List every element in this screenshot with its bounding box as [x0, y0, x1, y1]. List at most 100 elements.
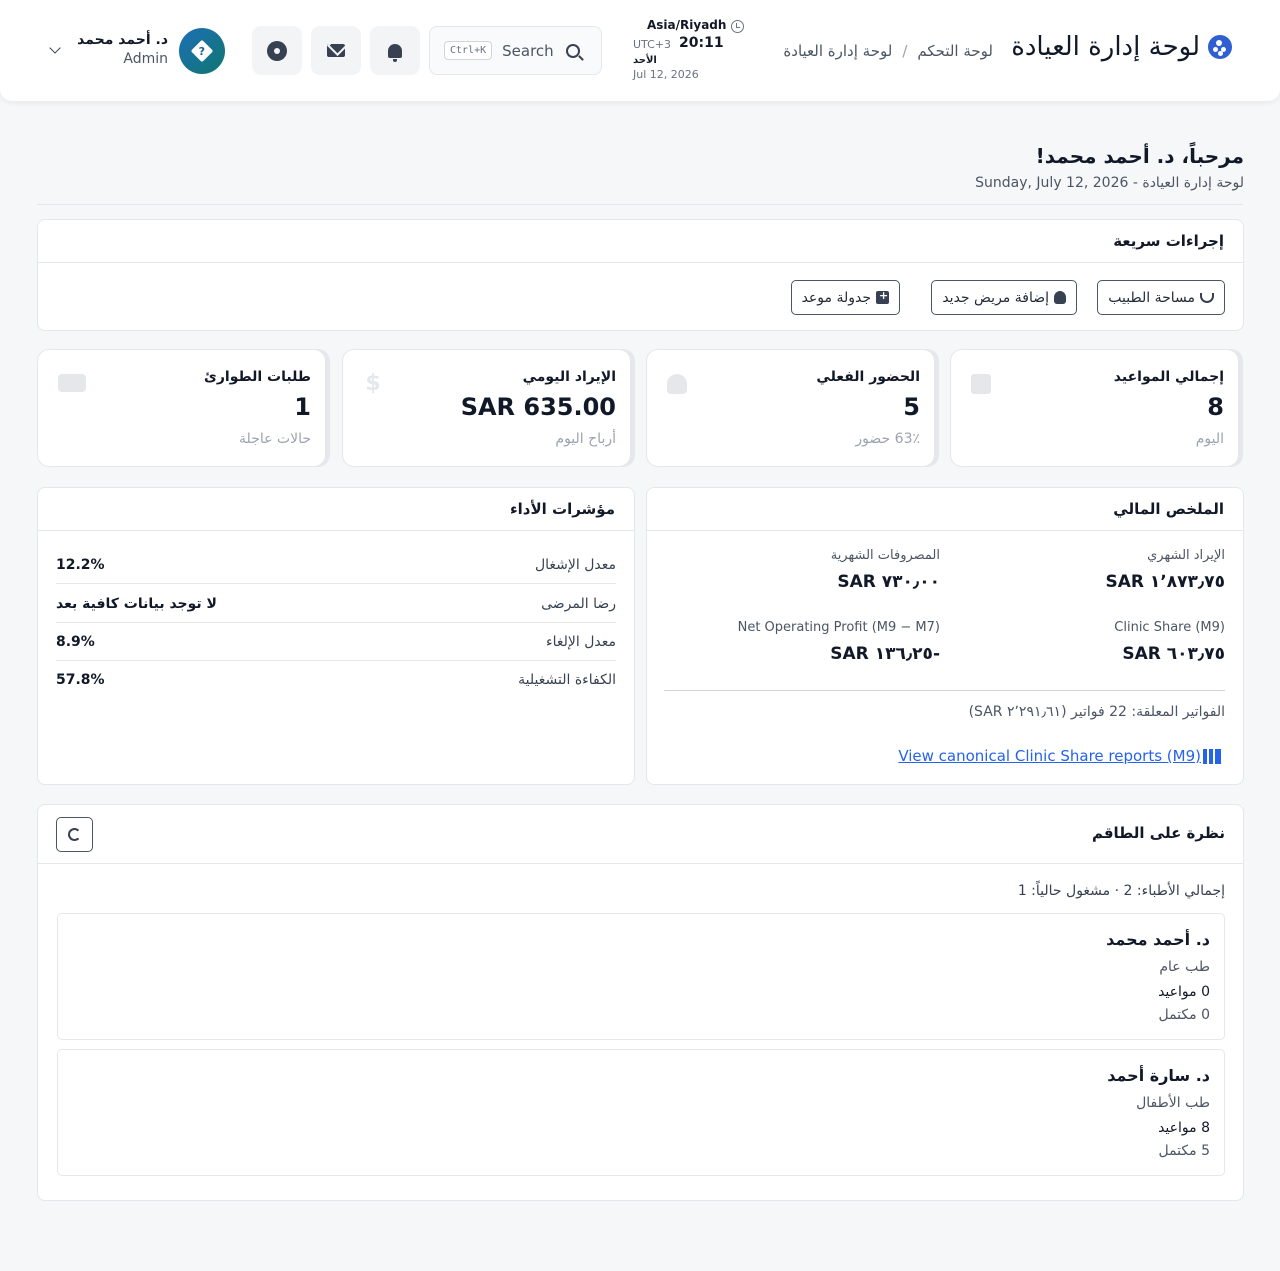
- breadcrumb-separator: /: [902, 42, 908, 60]
- add-patient-label: إضافة مريض جديد: [942, 289, 1049, 306]
- financial-summary-card: الملخص المالي الإيراد الشهري ١٬٨٧٣٫٧٥ SA…: [646, 487, 1244, 785]
- staff-summary: إجمالي الأطباء: 2 · مشغول حالياً: 1: [1017, 883, 1225, 899]
- refresh-icon: [68, 828, 81, 841]
- search-button[interactable]: Ctrl+K Search: [429, 26, 602, 75]
- stat-value: 8: [1207, 393, 1224, 421]
- stat-value: SAR 635.00: [460, 393, 616, 421]
- search-label: Search: [502, 41, 554, 60]
- stat-value: 1: [294, 393, 311, 421]
- clinic-share-reports-link[interactable]: View canonical Clinic Share reports (M9): [898, 747, 1221, 765]
- performance-indicators-card: مؤشرات الأداء معدل الإشغال 12.2% رضا الم…: [37, 487, 635, 785]
- page-title: مرحباً، د. أحمد محمد!: [1035, 144, 1244, 168]
- pending-invoices: الفواتير المعلقة: 22 فواتير (٢٬٢٩١٫٦١ SA…: [968, 704, 1225, 720]
- stat-label: الحضور الفعلي: [816, 369, 920, 385]
- monthly-expenses-value: ٧٣٠٫٠٠ SAR: [837, 572, 940, 592]
- report-chart-icon: [1203, 748, 1221, 764]
- perf-value: 57.8%: [56, 672, 105, 688]
- ambulance-icon: [58, 374, 86, 392]
- stat-card-total-appointments: إجمالي المواعيد 8 اليوم: [950, 349, 1243, 467]
- stethoscope-icon: [1200, 292, 1214, 303]
- stat-label: إجمالي المواعيد: [1113, 369, 1224, 385]
- doctor-workspace-button[interactable]: مساحة الطبيب: [1097, 280, 1225, 315]
- settings-button[interactable]: [252, 26, 302, 75]
- chevron-down-icon[interactable]: [49, 42, 61, 54]
- calendar-icon: [971, 374, 991, 394]
- clinic-share-value: ٦٠٣٫٧٥ SAR: [1122, 644, 1225, 664]
- doctor-appointments: 0 مواعيد: [1158, 984, 1210, 1000]
- stat-label: طلبات الطوارئ: [204, 369, 311, 385]
- brand-logo-icon: [1208, 35, 1232, 59]
- avatar[interactable]: ?: [179, 28, 225, 74]
- perf-row-cancellation: معدل الإلغاء 8.9%: [56, 623, 616, 661]
- user-check-icon: [667, 374, 687, 394]
- refresh-button[interactable]: [56, 817, 93, 852]
- quick-actions-title: إجراءات سريعة: [38, 220, 1243, 263]
- stat-card-daily-revenue: $ الإيراد اليومي SAR 635.00 أرباح اليوم: [342, 349, 635, 467]
- clock-icon: [731, 20, 744, 33]
- perf-value: 12.2%: [56, 556, 105, 573]
- perf-label: الكفاءة التشغيلية: [518, 672, 616, 688]
- perf-row-efficiency: الكفاءة التشغيلية 57.8%: [56, 661, 616, 699]
- perf-row-occupancy: معدل الإشغال 12.2%: [56, 546, 616, 584]
- search-icon: [565, 43, 580, 58]
- doctor-name: د. أحمد محمد: [1106, 930, 1210, 949]
- stat-subtext: أرباح اليوم: [555, 431, 616, 447]
- clinic-share-label: Clinic Share (M9): [1114, 620, 1225, 635]
- doctor-specialty: طب عام: [1159, 959, 1210, 975]
- financial-summary-title: الملخص المالي: [647, 488, 1243, 531]
- clock-widget: Asia/Riyadh UTC+3 20:11 الأحد Jul 12, 20…: [633, 17, 745, 87]
- doctor-card[interactable]: د. سارة أحمد طب الأطفال 8 مواعيد 5 مكتمل: [57, 1049, 1225, 1176]
- brand[interactable]: لوحة إدارة العيادة: [1011, 32, 1232, 62]
- schedule-appointment-button[interactable]: جدولة موعد: [790, 280, 900, 315]
- breadcrumb-item-clinic[interactable]: لوحة إدارة العيادة: [783, 42, 892, 60]
- monthly-revenue-label: الإيراد الشهري: [1147, 548, 1225, 563]
- staff-overview-card: نظرة على الطاقم إجمالي الأطباء: 2 · مشغو…: [37, 804, 1244, 1201]
- notifications-button[interactable]: [370, 26, 420, 75]
- quick-actions-card: إجراءات سريعة مساحة الطبيب إضافة مريض جد…: [37, 219, 1244, 331]
- perf-value: 8.9%: [56, 633, 95, 650]
- staff-header: نظرة على الطاقم: [38, 805, 1243, 864]
- doctor-specialty: طب الأطفال: [1136, 1095, 1210, 1111]
- add-patient-button[interactable]: إضافة مريض جديد: [931, 280, 1077, 315]
- user-name: د. أحمد محمد: [77, 32, 168, 48]
- bell-icon: [388, 43, 402, 62]
- stat-subtext: حالات عاجلة: [239, 431, 311, 447]
- messages-button[interactable]: [311, 26, 361, 75]
- timezone-label: Asia/Riyadh: [647, 18, 727, 32]
- perf-label: معدل الإلغاء: [546, 633, 616, 650]
- perf-label: رضا المرضى: [541, 595, 616, 612]
- schedule-appointment-label: جدولة موعد: [801, 289, 871, 306]
- user-menu[interactable]: د. أحمد محمد Admin: [76, 32, 168, 67]
- perf-value: لا توجد بيانات كافية بعد: [56, 595, 217, 612]
- user-plus-icon: [1054, 291, 1066, 304]
- perf-label: معدل الإشغال: [534, 556, 616, 573]
- stat-subtext: 63٪ حضور: [855, 431, 920, 447]
- brand-title: لوحة إدارة العيادة: [1011, 32, 1200, 62]
- dollar-icon: $: [365, 371, 381, 396]
- stat-value: 5: [903, 393, 920, 421]
- breadcrumb: لوحة التحكم / لوحة إدارة العيادة: [783, 42, 993, 60]
- top-bar: لوحة إدارة العيادة لوحة التحكم / لوحة إد…: [0, 0, 1280, 101]
- current-day: الأحد: [633, 55, 657, 66]
- user-role: Admin: [123, 51, 168, 67]
- utc-offset: UTC+3: [633, 38, 672, 51]
- envelope-icon: [327, 44, 345, 57]
- stat-card-emergency: طلبات الطوارئ 1 حالات عاجلة: [37, 349, 330, 467]
- divider: [664, 690, 1225, 691]
- monthly-revenue-value: ١٬٨٧٣٫٧٥ SAR: [1105, 572, 1226, 592]
- net-profit-label: Net Operating Profit (M9 − M7): [737, 620, 940, 635]
- search-shortcut-badge: Ctrl+K: [444, 41, 493, 60]
- stat-subtext: اليوم: [1195, 431, 1224, 447]
- staff-title: نظرة على الطاقم: [1091, 824, 1225, 842]
- calendar-plus-icon: [876, 289, 889, 304]
- stat-label: الإيراد اليومي: [522, 369, 616, 385]
- current-time: 20:11: [679, 35, 724, 51]
- doctor-card[interactable]: د. أحمد محمد طب عام 0 مواعيد 0 مكتمل: [57, 913, 1225, 1040]
- gear-icon: [269, 42, 285, 59]
- performance-title: مؤشرات الأداء: [38, 488, 634, 531]
- doctor-workspace-label: مساحة الطبيب: [1108, 289, 1195, 306]
- page-subtitle: لوحة إدارة العيادة - Sunday, July 12, 20…: [975, 175, 1244, 191]
- avatar-icon: ?: [190, 39, 214, 63]
- doctor-completed: 0 مكتمل: [1158, 1007, 1210, 1023]
- breadcrumb-item-dashboard[interactable]: لوحة التحكم: [917, 42, 993, 60]
